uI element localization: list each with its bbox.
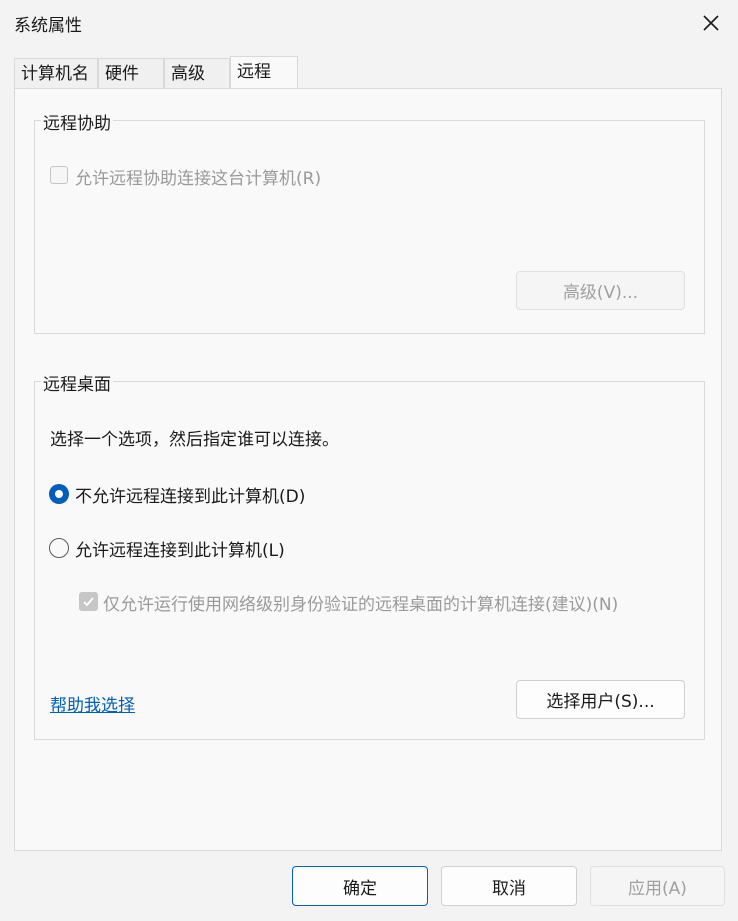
select-users-button[interactable]: 选择用户(S)... [516,680,685,719]
remote-desktop-instruction: 选择一个选项，然后指定谁可以连接。 [50,430,339,450]
close-icon [703,15,719,31]
window-title: 系统属性 [14,16,82,36]
allow-remote-assistance-label: 允许远程协助连接这台计算机(R) [75,169,322,189]
nla-checkbox-label: 仅允许运行使用网络级别身份验证的远程桌面的计算机连接(建议)(N) [103,595,619,615]
allow-remote-assistance-checkbox[interactable] [50,166,68,184]
tab-computer-name[interactable]: 计算机名 [14,58,98,88]
advanced-button[interactable]: 高级(V)... [516,271,685,310]
tab-advanced[interactable]: 高级 [164,58,230,88]
help-me-choose-link[interactable]: 帮助我选择 [50,691,135,716]
remote-assistance-group-title: 远程协助 [41,109,113,134]
apply-button[interactable]: 应用(A) [590,866,725,906]
title-bar: 系统属性 [0,0,738,46]
ok-button[interactable]: 确定 [292,866,428,906]
tab-hardware[interactable]: 硬件 [98,58,164,88]
tab-remote[interactable]: 远程 [230,56,298,88]
checkmark-icon [83,597,94,607]
allow-remote-radio[interactable] [49,538,69,558]
remote-desktop-group-title: 远程桌面 [41,370,113,395]
disallow-remote-label[interactable]: 不允许远程连接到此计算机(D) [75,482,305,507]
disallow-remote-radio[interactable] [49,484,69,504]
nla-checkbox[interactable] [79,592,98,611]
cancel-button[interactable]: 取消 [441,866,577,906]
allow-remote-label[interactable]: 允许远程连接到此计算机(L) [75,536,285,561]
close-button[interactable] [692,6,730,40]
